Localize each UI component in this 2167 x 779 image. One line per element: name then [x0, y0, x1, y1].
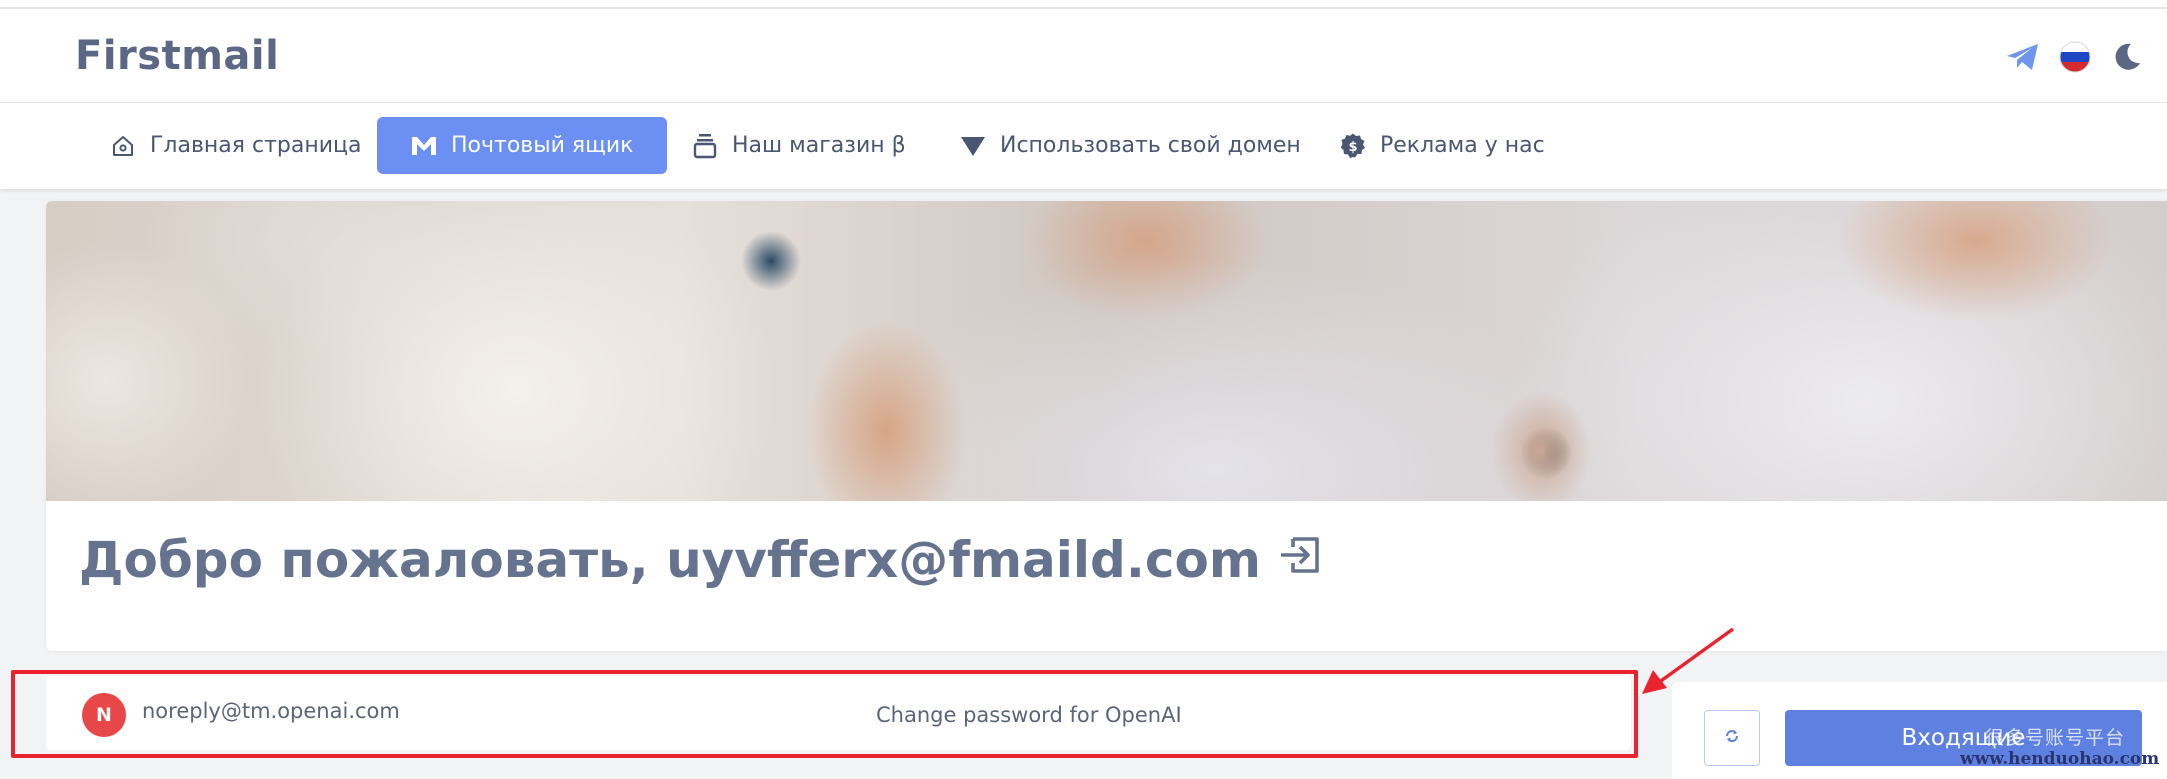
- gmail-m-icon: [411, 133, 437, 159]
- nav-item-mailbox[interactable]: Почтовый ящик: [377, 117, 668, 174]
- welcome-heading: Добро пожаловать, uyvfferx@fmaild.com: [79, 531, 1323, 589]
- dollar-gear-icon: $: [1340, 133, 1366, 159]
- telegram-icon[interactable]: [2005, 39, 2041, 75]
- watermark-url: www.henduohao.com: [1960, 749, 2160, 769]
- header-icons: [2005, 39, 2145, 75]
- refresh-icon: [1723, 727, 1741, 750]
- nav-item-domain[interactable]: Использовать свой домен: [926, 117, 1335, 174]
- welcome-card: Добро пожаловать, uyvfferx@fmaild.com: [46, 201, 2167, 651]
- logo[interactable]: Firstmail: [75, 33, 279, 79]
- banner-image: [46, 201, 2167, 501]
- nav-item-label: Использовать свой домен: [1000, 133, 1301, 158]
- refresh-button[interactable]: [1704, 710, 1760, 766]
- header: Firstmail: [0, 9, 2167, 103]
- welcome-text: Добро пожаловать, uyvfferx@fmaild.com: [79, 531, 1261, 589]
- logout-icon[interactable]: [1279, 531, 1323, 589]
- moon-icon[interactable]: [2109, 39, 2145, 75]
- watermark-text: 很多号账号平台: [1985, 727, 2126, 749]
- nav-item-label: Наш магазин β: [732, 133, 906, 158]
- nav-item-shop[interactable]: Наш магазин β: [658, 117, 940, 174]
- highlight-box: [11, 670, 1638, 758]
- main-nav: Главная страница Почтовый ящик Наш магаз…: [0, 103, 2167, 189]
- home-icon: [110, 133, 136, 159]
- svg-text:$: $: [1348, 140, 1357, 155]
- stack-icon: [692, 133, 718, 159]
- nav-item-label: Почтовый ящик: [451, 133, 634, 158]
- top-border: [0, 0, 2167, 9]
- nav-item-ads[interactable]: $ Реклама у нас: [1306, 117, 1579, 174]
- nav-item-label: Реклама у нас: [1380, 133, 1545, 158]
- nav-item-label: Главная страница: [150, 133, 362, 158]
- triangle-down-icon: [960, 133, 986, 159]
- nav-item-home[interactable]: Главная страница: [76, 117, 396, 174]
- russia-flag-icon[interactable]: [2057, 39, 2093, 75]
